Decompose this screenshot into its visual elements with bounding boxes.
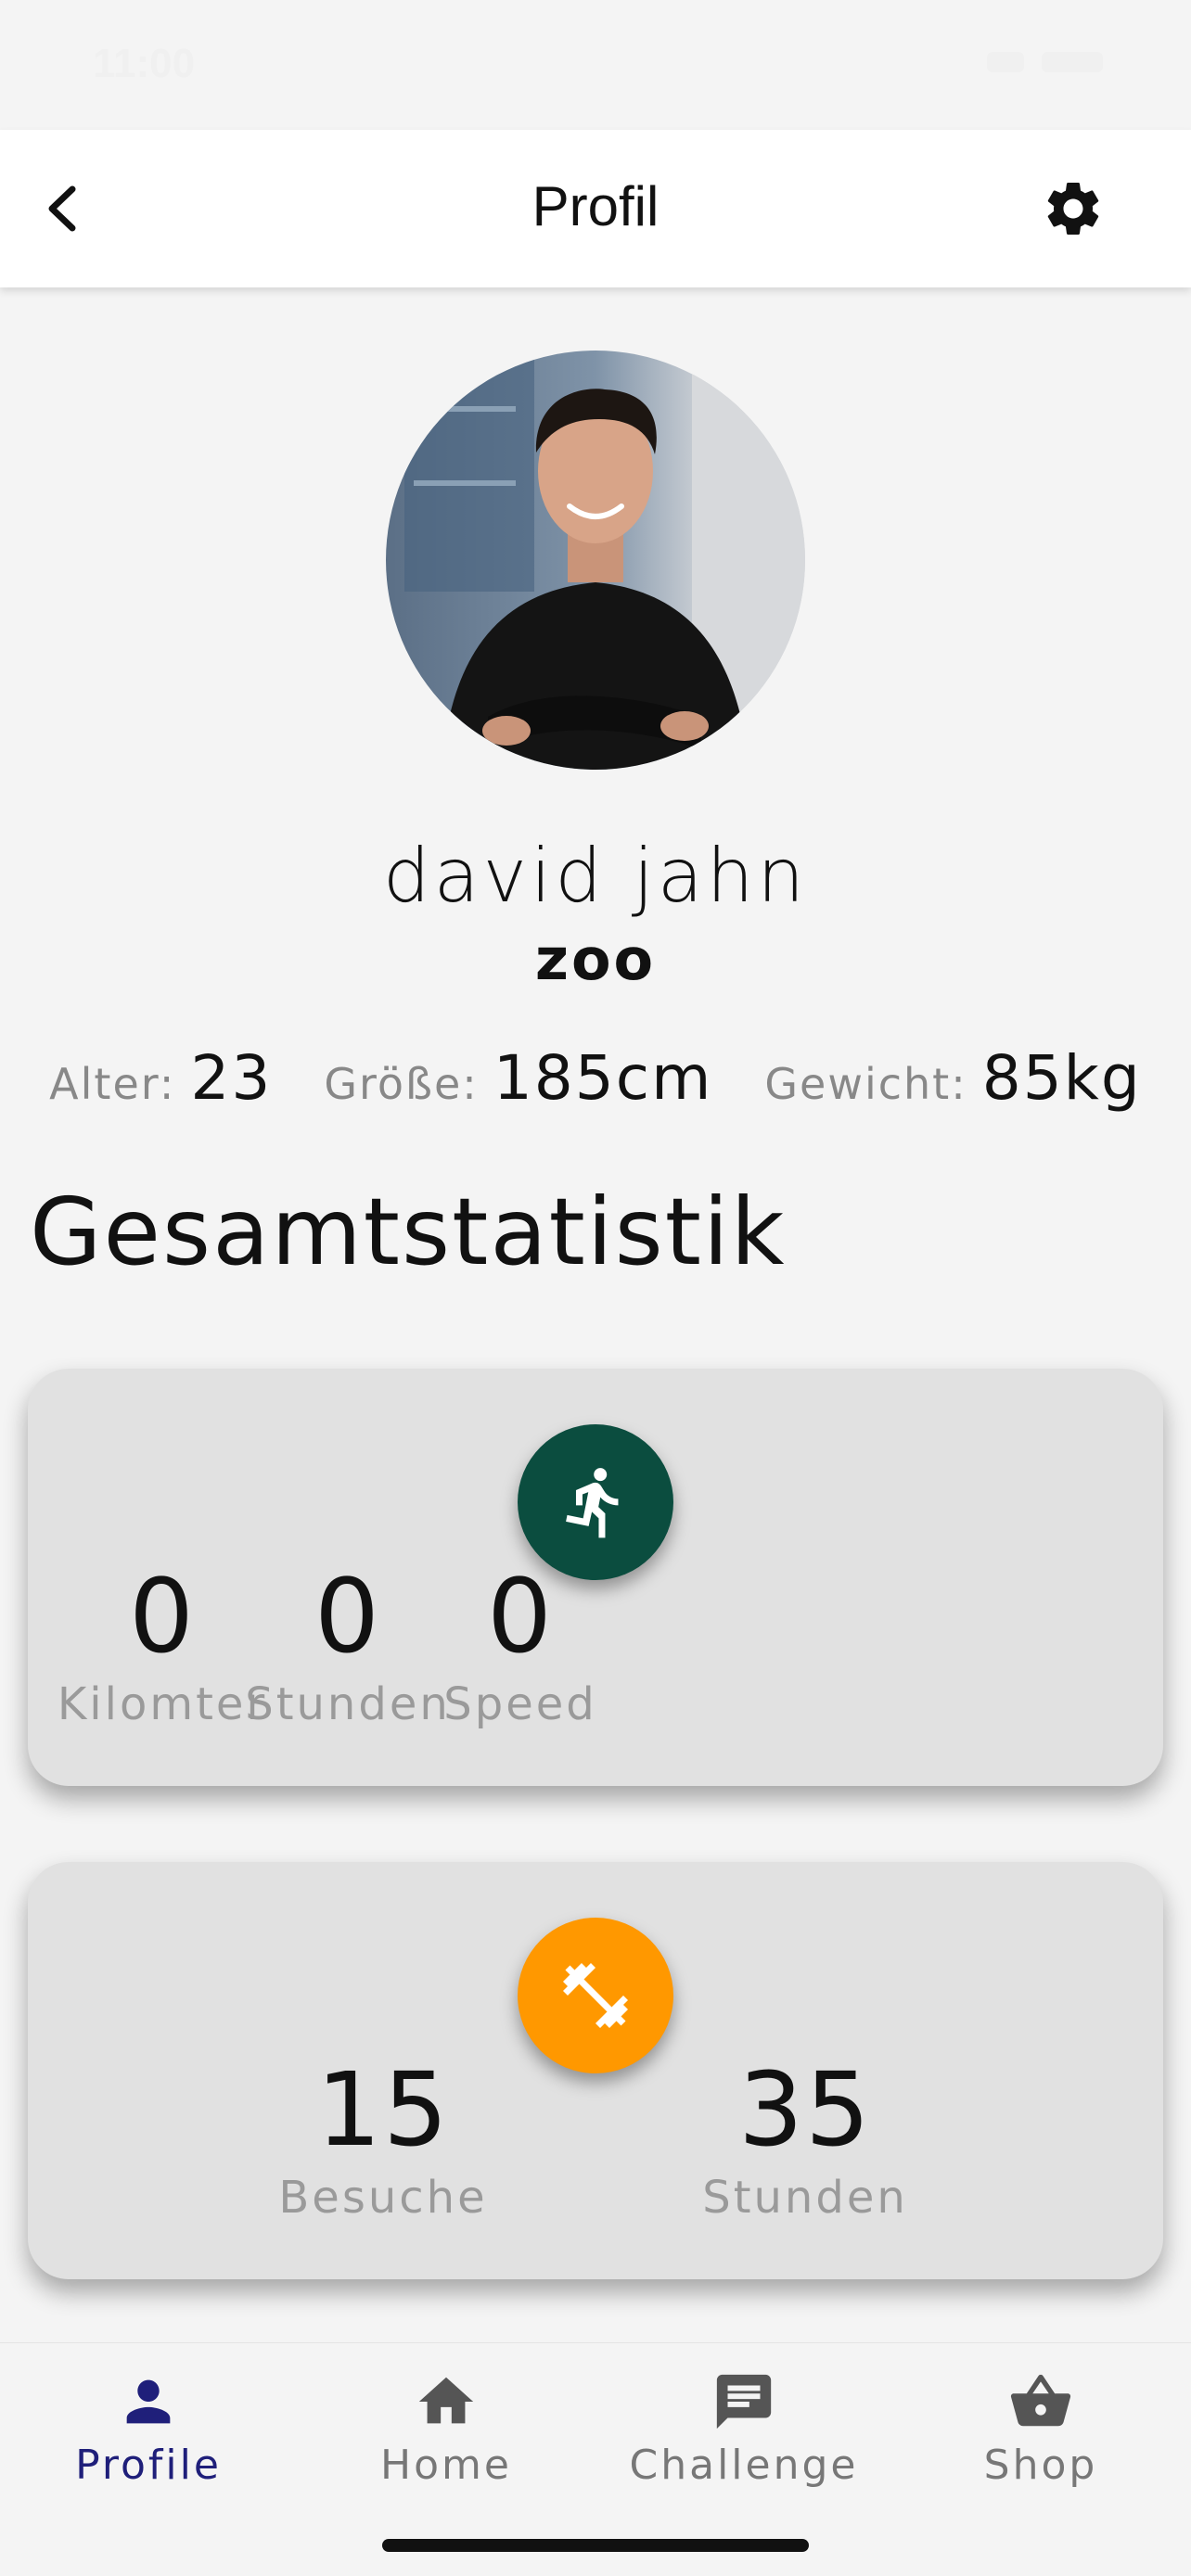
gym-badge [518,1918,673,2073]
weight-stat: Gewicht: 85kg [764,1042,1141,1114]
avatar[interactable] [386,351,805,770]
avatar-photo [386,351,805,770]
gym-hours-label: Stunden [702,2172,908,2224]
height-value: 185cm [493,1042,713,1114]
weight-label: Gewicht: [764,1059,967,1109]
age-label: Alter: [49,1059,176,1109]
visits-value: 15 [316,2050,450,2169]
nav-item-home[interactable]: Home [307,2369,585,2489]
user-gym: zoo [534,925,657,993]
speed-value: 0 [487,1557,554,1676]
gym-hours-value: 35 [738,2050,872,2169]
chat-icon [716,2374,772,2429]
home-icon [418,2377,474,2424]
app-header: Profil [0,130,1191,287]
status-time: 11:00 [93,41,196,86]
person-icon [126,2379,171,2424]
height-stat: Größe: 185cm [324,1042,712,1114]
weight-value: 85kg [981,1042,1142,1114]
nav-item-shop[interactable]: Shop [902,2369,1180,2489]
speed-label: Speed [443,1678,597,1730]
nav-label-home: Home [380,2442,512,2489]
section-title: Gesamtstatistik [30,1178,787,1286]
settings-button[interactable] [1041,176,1106,241]
gear-icon [1047,182,1099,235]
battery-icon [1042,52,1104,72]
running-stats-card[interactable]: 0 Kilomter 0 Stunden 0 Speed [28,1369,1163,1786]
height-label: Größe: [324,1059,479,1109]
nav-label-challenge: Challenge [629,2442,859,2489]
gym-stats-card[interactable]: 15 Besuche 35 Stunden [28,1862,1163,2279]
speed-metric: 0 Speed [381,1565,660,1730]
home-indicator[interactable] [382,2539,809,2552]
nav-label-profile: Profile [75,2442,222,2489]
visits-metric: 15 Besuche [244,2059,522,2224]
gym-hours-metric: 35 Stunden [666,2059,944,2224]
nav-item-challenge[interactable]: Challenge [605,2369,883,2489]
visits-label: Besuche [278,2172,488,2224]
page-title: Profil [531,175,660,237]
dumbbell-icon [563,1963,628,2028]
nav-item-profile[interactable]: Profile [9,2369,288,2489]
profile-stats: Alter: 23 Größe: 185cm Gewicht: 85kg [0,1042,1191,1116]
nav-label-shop: Shop [983,2442,1098,2489]
age-value: 23 [190,1042,273,1114]
status-bar: 11:00 [0,0,1191,130]
user-name: david jahn [382,833,809,919]
wifi-icon [987,52,1024,72]
running-icon [566,1468,619,1538]
status-icons [987,52,1108,76]
age-stat: Alter: 23 [49,1042,272,1114]
basket-icon [1010,2374,1071,2427]
